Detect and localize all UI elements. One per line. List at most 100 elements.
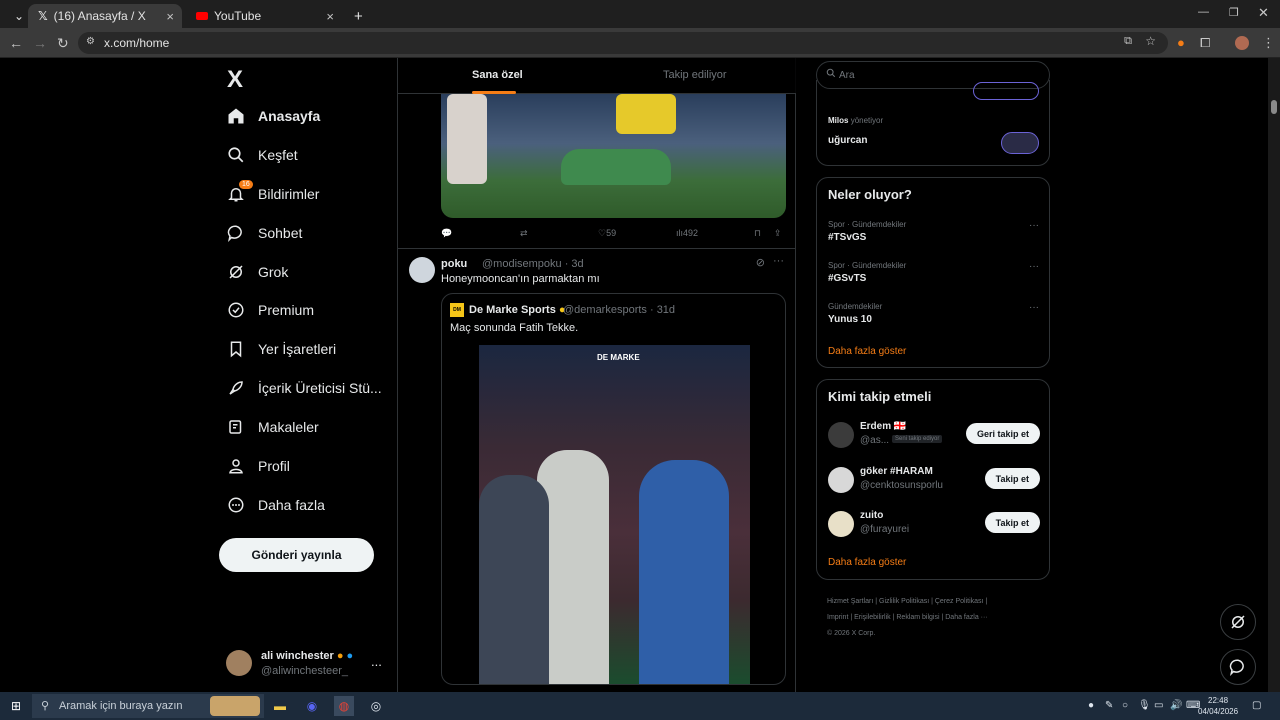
back-arrow-icon[interactable]: ←: [9, 35, 23, 51]
chat-floating-button[interactable]: [1220, 649, 1256, 685]
share-icon[interactable]: ⇪: [774, 228, 782, 239]
show-more-link[interactable]: Daha fazla göster: [828, 557, 906, 568]
browser-tab-x[interactable]: 𝕏 (16) Anasayfa / X ×: [28, 4, 182, 28]
chrome-icon[interactable]: ◍: [334, 696, 354, 716]
views-icon[interactable]: ılı 492: [676, 228, 698, 238]
follow-suggestion[interactable]: Erdem 🇬🇪 @as... Seni takip ediyor Geri t…: [828, 421, 1040, 451]
extension-icon[interactable]: ●: [1177, 35, 1185, 50]
forward-arrow-icon[interactable]: →: [33, 35, 47, 51]
restore-icon[interactable]: ❐: [1229, 6, 1239, 19]
trend-category: Gündemdekiler: [828, 302, 883, 311]
community-name[interactable]: uğurcan: [828, 135, 867, 146]
more-options-icon[interactable]: ···: [773, 255, 784, 267]
tweet-author-meta[interactable]: @modisempoku · 3d: [482, 258, 584, 270]
footer-links[interactable]: Hizmet Şartları | Gizlilik Politikası | …: [827, 594, 1047, 642]
follow-button[interactable]: Takip et: [984, 468, 1040, 489]
footer-line[interactable]: Hizmet Şartları | Gizlilik Politikası | …: [827, 594, 1047, 610]
more-options-icon[interactable]: ...: [371, 654, 382, 669]
suggestion-name[interactable]: zuito: [860, 510, 883, 521]
more-options-icon[interactable]: ···: [1029, 302, 1039, 313]
url-field[interactable]: ⚙ x.com/home ⧉ ☆: [78, 32, 1168, 54]
avatar[interactable]: [828, 422, 854, 448]
close-tab-icon[interactable]: ×: [326, 9, 334, 24]
sidebar-item-more[interactable]: Daha fazla: [226, 491, 325, 519]
new-tab-button[interactable]: +: [344, 4, 364, 28]
sidebar-item-profile[interactable]: Profil: [226, 452, 290, 480]
taskbar-search-input[interactable]: ⚲ Aramak için buraya yazın: [32, 694, 264, 718]
more-options-icon[interactable]: ···: [1029, 261, 1039, 272]
reply-icon[interactable]: 💬: [441, 228, 452, 239]
suggestion-name[interactable]: göker #HARAM: [860, 466, 933, 477]
tray-app-icon[interactable]: ○: [1122, 700, 1128, 711]
site-info-icon[interactable]: ⚙: [86, 36, 95, 47]
microphone-icon[interactable]: 🎙: [1138, 700, 1151, 711]
trend-name[interactable]: #TSvGS: [828, 232, 866, 243]
account-switcher[interactable]: ali winchester ● ● @aliwinchesteer_ ...: [226, 648, 386, 684]
avatar[interactable]: [828, 467, 854, 493]
volume-icon[interactable]: 🔊: [1170, 700, 1182, 711]
like-icon[interactable]: ♡ 59: [598, 228, 616, 239]
grok-floating-button[interactable]: [1220, 604, 1256, 640]
browser-tab-youtube[interactable]: YouTube ×: [186, 4, 342, 28]
sidebar-item-home[interactable]: Anasayfa: [226, 102, 320, 130]
sidebar-item-articles[interactable]: Makaleler: [226, 413, 319, 441]
suggestion-name[interactable]: Erdem 🇬🇪: [860, 421, 906, 432]
bookmark-icon[interactable]: ⊓: [754, 228, 761, 239]
avatar[interactable]: [828, 511, 854, 537]
quoted-author-meta[interactable]: @demarkesports · 31d: [563, 304, 675, 316]
x-logo-icon[interactable]: X: [227, 66, 243, 94]
trend-name[interactable]: Yunus 10: [828, 314, 872, 325]
reload-icon[interactable]: ↻: [57, 35, 69, 52]
profile-avatar-icon[interactable]: [1235, 36, 1249, 50]
tray-app-icon[interactable]: ▭: [1154, 700, 1163, 711]
footer-line[interactable]: Imprint | Erişilebilirlik | Reklam bilgi…: [827, 610, 1047, 626]
follow-suggestion[interactable]: göker #HARAM @cenktosunsporlu Takip et: [828, 466, 1040, 496]
tweet-media-image[interactable]: [441, 94, 786, 218]
browser-menu-icon[interactable]: ⋮: [1262, 35, 1275, 51]
notifications-icon[interactable]: ▢: [1252, 700, 1261, 711]
sidebar-item-explore[interactable]: Keşfet: [226, 141, 298, 169]
follow-back-button[interactable]: Geri takip et: [965, 423, 1040, 444]
sidebar-item-bookmarks[interactable]: Yer İşaretleri: [226, 335, 336, 363]
extensions-puzzle-icon[interactable]: ⧠: [1200, 35, 1210, 51]
who-to-follow-title: Kimi takip etmeli: [828, 389, 932, 404]
sidebar-item-grok[interactable]: Grok: [226, 258, 288, 286]
close-tab-icon[interactable]: ×: [166, 9, 174, 24]
sidebar-item-creator-studio[interactable]: İçerik Üreticisi Stü...: [226, 374, 382, 402]
sidebar-item-label: Sohbet: [258, 225, 303, 241]
scrollbar-thumb[interactable]: [1271, 100, 1277, 114]
page-scrollbar[interactable]: [1268, 58, 1280, 692]
windows-start-icon[interactable]: ⊞: [6, 696, 26, 716]
taskbar-clock[interactable]: 22:48 04/04/2026: [1198, 695, 1238, 717]
trend-name[interactable]: #GSvTS: [828, 273, 866, 284]
tab-list-button[interactable]: ⌄: [4, 4, 26, 28]
quoted-tweet[interactable]: DM De Marke Sports ● @demarkesports · 31…: [441, 293, 786, 685]
avatar[interactable]: [409, 257, 435, 283]
tray-app-icon[interactable]: ●: [1088, 700, 1094, 711]
quoted-tweet-image[interactable]: DE MARKE: [479, 345, 750, 684]
grok-icon[interactable]: ⊘: [756, 256, 765, 269]
file-explorer-icon[interactable]: ▬: [270, 696, 290, 716]
follow-button[interactable]: Takip et: [984, 512, 1040, 533]
show-more-link[interactable]: Daha fazla göster: [828, 346, 906, 357]
sidebar-item-premium[interactable]: Premium: [226, 296, 314, 324]
tweet-author-name[interactable]: poku: [441, 258, 467, 270]
post-button[interactable]: Gönderi yayınla: [219, 538, 374, 572]
retweet-icon[interactable]: ⇄: [520, 228, 528, 239]
follow-suggestion[interactable]: zuito @furayurei Takip et: [828, 510, 1040, 540]
more-options-icon[interactable]: ···: [1029, 220, 1039, 231]
tab-for-you[interactable]: Sana özel: [472, 69, 523, 81]
community-card[interactable]: Milos yönetiyor uğurcan: [816, 80, 1050, 166]
discord-icon[interactable]: ◉: [302, 696, 322, 716]
bookmark-star-icon[interactable]: ☆: [1145, 34, 1156, 48]
tray-app-icon[interactable]: ✎: [1105, 700, 1113, 711]
app-icon[interactable]: ◎: [366, 696, 386, 716]
tweet[interactable]: poku @modisempoku · 3d ⊘ ··· Honeymoonca…: [398, 250, 796, 692]
tab-following[interactable]: Takip ediliyor: [663, 69, 727, 81]
close-window-icon[interactable]: ✕: [1258, 5, 1269, 21]
quoted-author-name[interactable]: De Marke Sports ●: [469, 304, 566, 316]
sidebar-item-notifications[interactable]: 16 Bildirimler: [226, 180, 319, 208]
minimize-icon[interactable]: —: [1198, 6, 1209, 18]
sidebar-item-chat[interactable]: Sohbet: [226, 219, 302, 247]
install-app-icon[interactable]: ⧉: [1124, 35, 1132, 48]
